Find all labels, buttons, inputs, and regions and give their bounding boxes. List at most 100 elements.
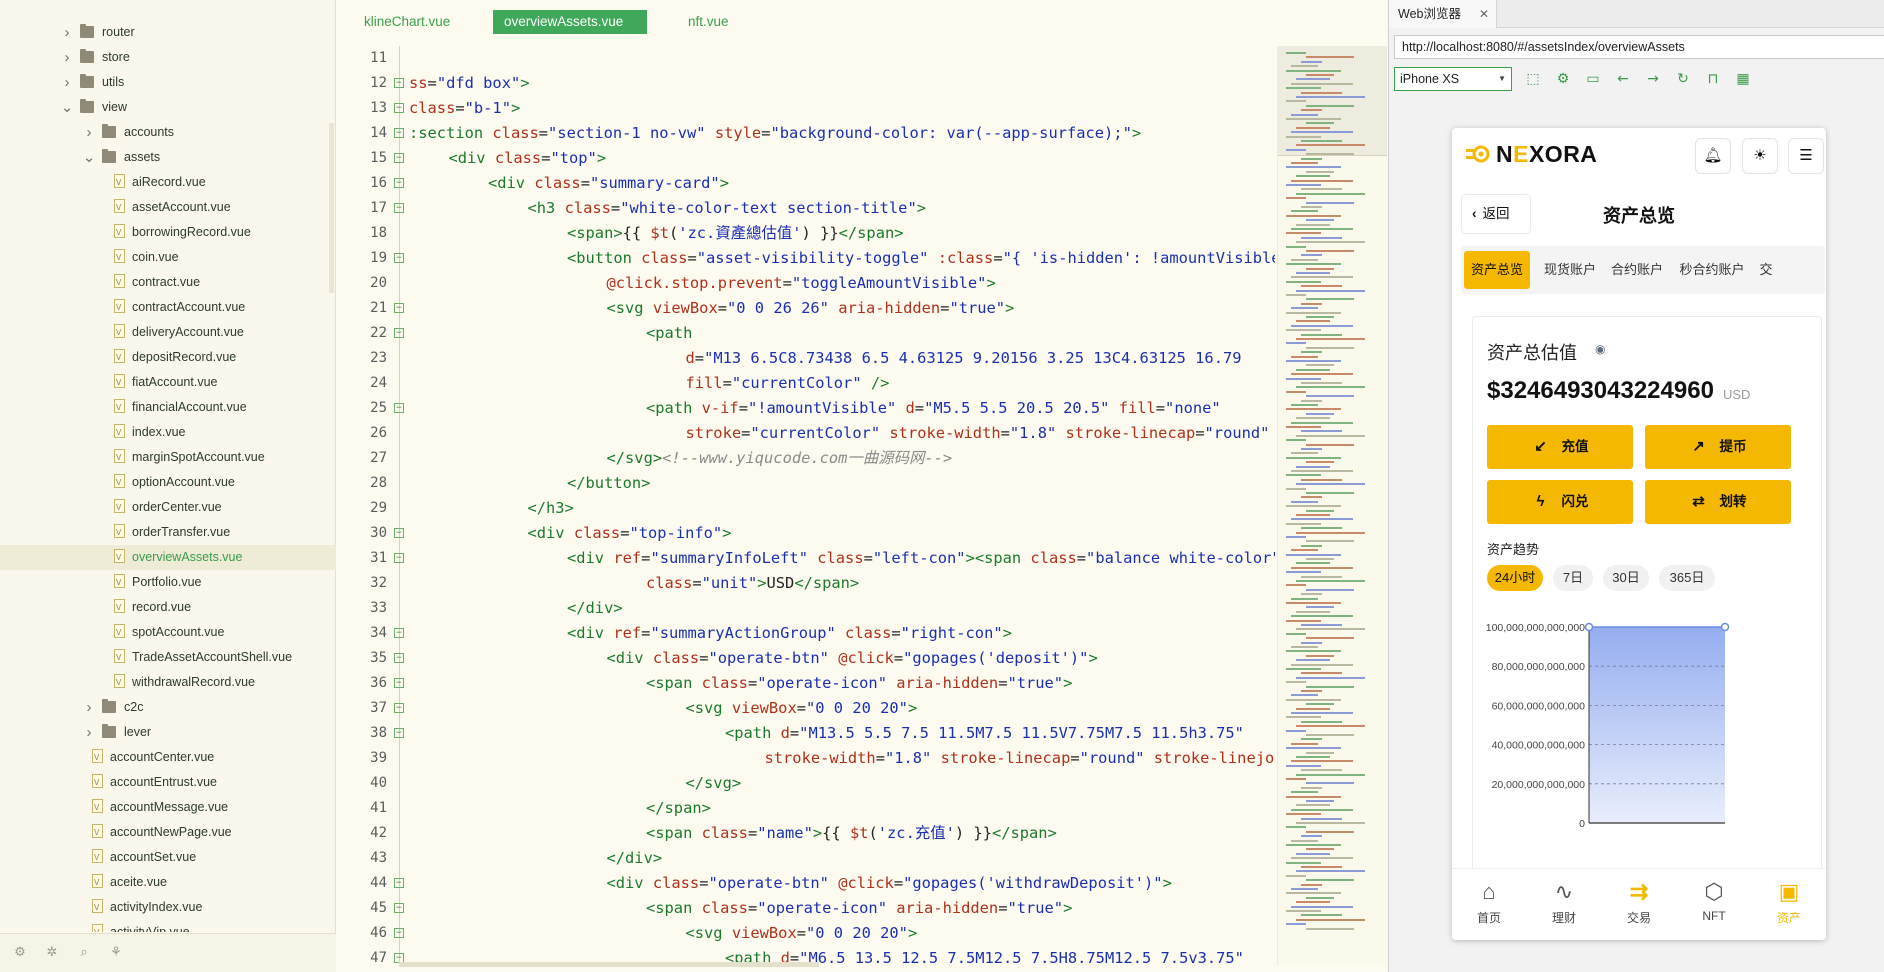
tree-file[interactable]: spotAccount.vue [0,620,336,645]
tree-file[interactable]: index.vue [0,420,336,445]
fold-toggle-icon[interactable]: − [394,528,404,538]
tree-file[interactable]: overviewAssets.vue [0,545,336,570]
code-line[interactable]: 15− <div class="top"> [337,146,1277,171]
code-line[interactable]: 29 </h3> [337,496,1277,521]
bug-icon[interactable]: ✲ [44,946,60,960]
tree-file[interactable]: contract.vue [0,270,336,295]
code-line[interactable]: 36− <span class="operate-icon" aria-hidde… [337,671,1277,696]
range-option[interactable]: 365日 [1659,565,1715,591]
tree-file[interactable]: accountNewPage.vue [0,820,336,845]
fold-toggle-icon[interactable]: − [394,553,404,563]
code-line[interactable]: 45− <span class="operate-icon" aria-hidde… [337,896,1277,921]
tree-file[interactable]: contractAccount.vue [0,295,336,320]
tree-file[interactable]: orderTransfer.vue [0,520,336,545]
url-input[interactable]: http://localhost:8080/#/assetsIndex/over… [1394,35,1884,59]
account-tab[interactable]: 合约账户 [1604,251,1670,289]
code-line[interactable]: 23 d="M13 6.5C8.73438 6.5 4.63125 9.20156… [337,346,1277,371]
account-tab[interactable]: 资产总览 [1464,251,1530,289]
arrow-right-icon[interactable]: → [1645,71,1661,87]
tree-file[interactable]: record.vue [0,595,336,620]
tree-file[interactable]: marginSpotAccount.vue [0,445,336,470]
nav-item[interactable]: ⇉ 交易 [1614,877,1664,926]
fold-toggle-icon[interactable]: − [394,728,404,738]
explorer-scrollbar[interactable] [329,123,334,293]
account-tab[interactable]: 现货账户 [1537,251,1603,289]
tree-file[interactable]: accountMessage.vue [0,795,336,820]
fold-toggle-icon[interactable]: − [394,403,404,413]
action-button[interactable]: ↙ 充值 [1487,425,1633,469]
code-line[interactable]: 26 stroke="currentColor" stroke-width="1.… [337,421,1277,446]
fold-toggle-icon[interactable]: − [394,878,404,888]
tree-folder[interactable]: › accounts [0,120,336,145]
code-line[interactable]: 12− ss="dfd box"> [337,71,1277,96]
tree-file[interactable]: assetAccount.vue [0,195,336,220]
code-line[interactable]: 38− <path d="M13.5 5.5 7.5 11.5M7.5 11.5V… [337,721,1277,746]
tree-file[interactable]: accountCenter.vue [0,745,336,770]
fold-toggle-icon[interactable]: − [394,253,404,263]
tree-file[interactable]: coin.vue [0,245,336,270]
action-button[interactable]: ϟ 闪兑 [1487,480,1633,524]
code-line[interactable]: 18 <span>{{ $t('zc.資產總估值') }}</span> [337,221,1277,246]
account-tab[interactable]: 秒合约账户 [1671,251,1753,289]
fold-toggle-icon[interactable]: − [394,203,404,213]
fold-toggle-icon[interactable]: − [394,178,404,188]
code-line[interactable]: 41 </span> [337,796,1277,821]
range-option[interactable]: 24小时 [1487,565,1543,591]
nav-item[interactable]: ⌂ 首页 [1464,877,1514,926]
editor-tab[interactable]: klineChart.vue [353,10,461,34]
device-select[interactable]: iPhone XS ▼ [1394,67,1512,91]
eye-icon[interactable]: ◉ [1595,343,1609,355]
tree-file[interactable]: optionAccount.vue [0,470,336,495]
account-tab[interactable]: 交 [1751,251,1781,289]
code-line[interactable]: 39 stroke-width="1.8" stroke-linecap="rou… [337,746,1277,771]
minimap[interactable] [1277,46,1387,966]
code-line[interactable]: 17− <h3 class="white-color-text section-t… [337,196,1277,221]
range-option[interactable]: 30日 [1603,565,1649,591]
nav-item[interactable]: ∿ 理财 [1539,877,1589,926]
code-line[interactable]: 25− <path v-if="!amountVisible" d="M5.5 5… [337,396,1277,421]
code-line[interactable]: 37− <svg viewBox="0 0 20 20"> [337,696,1277,721]
code-line[interactable]: 30− <div class="top-info"> [337,521,1277,546]
grid-icon[interactable]: ▦ [1735,71,1751,87]
tree-file[interactable]: financialAccount.vue [0,395,336,420]
fold-toggle-icon[interactable]: − [394,328,404,338]
fold-toggle-icon[interactable]: − [394,128,404,138]
fold-toggle-icon[interactable]: − [394,103,404,113]
chevron-right-icon[interactable]: › [82,120,96,145]
code-line[interactable]: 13− class="b-1"> [337,96,1277,121]
code-line[interactable]: 22− <path [337,321,1277,346]
fold-toggle-icon[interactable]: − [394,903,404,913]
code-line[interactable]: 16− <div class="summary-card"> [337,171,1277,196]
tree-file[interactable]: TradeAssetAccountShell.vue [0,645,336,670]
code-line[interactable]: 20 @click.stop.prevent="toggleAmountVisib… [337,271,1277,296]
tree-file[interactable]: borrowingRecord.vue [0,220,336,245]
fold-toggle-icon[interactable]: − [394,303,404,313]
refresh-icon[interactable]: ↻ [1675,71,1691,87]
code-line[interactable]: 19− <button class="asset-visibility-toggl… [337,246,1277,271]
action-button[interactable]: ⇄ 划转 [1645,480,1791,524]
code-line[interactable]: 28 </button> [337,471,1277,496]
fold-toggle-icon[interactable]: − [394,628,404,638]
code-line[interactable]: 27 </svg><!--www.yiqucode.com一曲源码网--> [337,446,1277,471]
arrow-left-icon[interactable]: ← [1615,71,1631,87]
tree-file[interactable]: activityIndex.vue [0,895,336,920]
fold-toggle-icon[interactable]: − [394,78,404,88]
screenshot-icon[interactable]: ⬚ [1525,71,1541,87]
editor-tab[interactable]: nft.vue [677,10,740,34]
tree-file[interactable]: accountSet.vue [0,845,336,870]
fold-toggle-icon[interactable]: − [394,153,404,163]
tree-file[interactable]: accountEntrust.vue [0,770,336,795]
code-line[interactable]: 42 <span class="name">{{ $t('zc.充值') }}</… [337,821,1277,846]
tree-folder[interactable]: › c2c [0,695,336,720]
tree-file[interactable]: aceite.vue [0,870,336,895]
theme-icon[interactable]: ☀ [1742,138,1778,174]
browser-tab[interactable]: Web浏览器 ✕ [1389,0,1497,28]
chevron-right-icon[interactable]: › [60,20,74,45]
tree-folder[interactable]: › store [0,45,336,70]
tree-file[interactable]: aiRecord.vue [0,170,336,195]
chevron-down-icon[interactable]: ⌄ [60,95,74,120]
tree-file[interactable]: activityVip.vue [0,920,336,932]
chevron-right-icon[interactable]: › [82,720,96,745]
range-option[interactable]: 7日 [1553,565,1593,591]
chevron-down-icon[interactable]: ⌄ [82,145,96,170]
